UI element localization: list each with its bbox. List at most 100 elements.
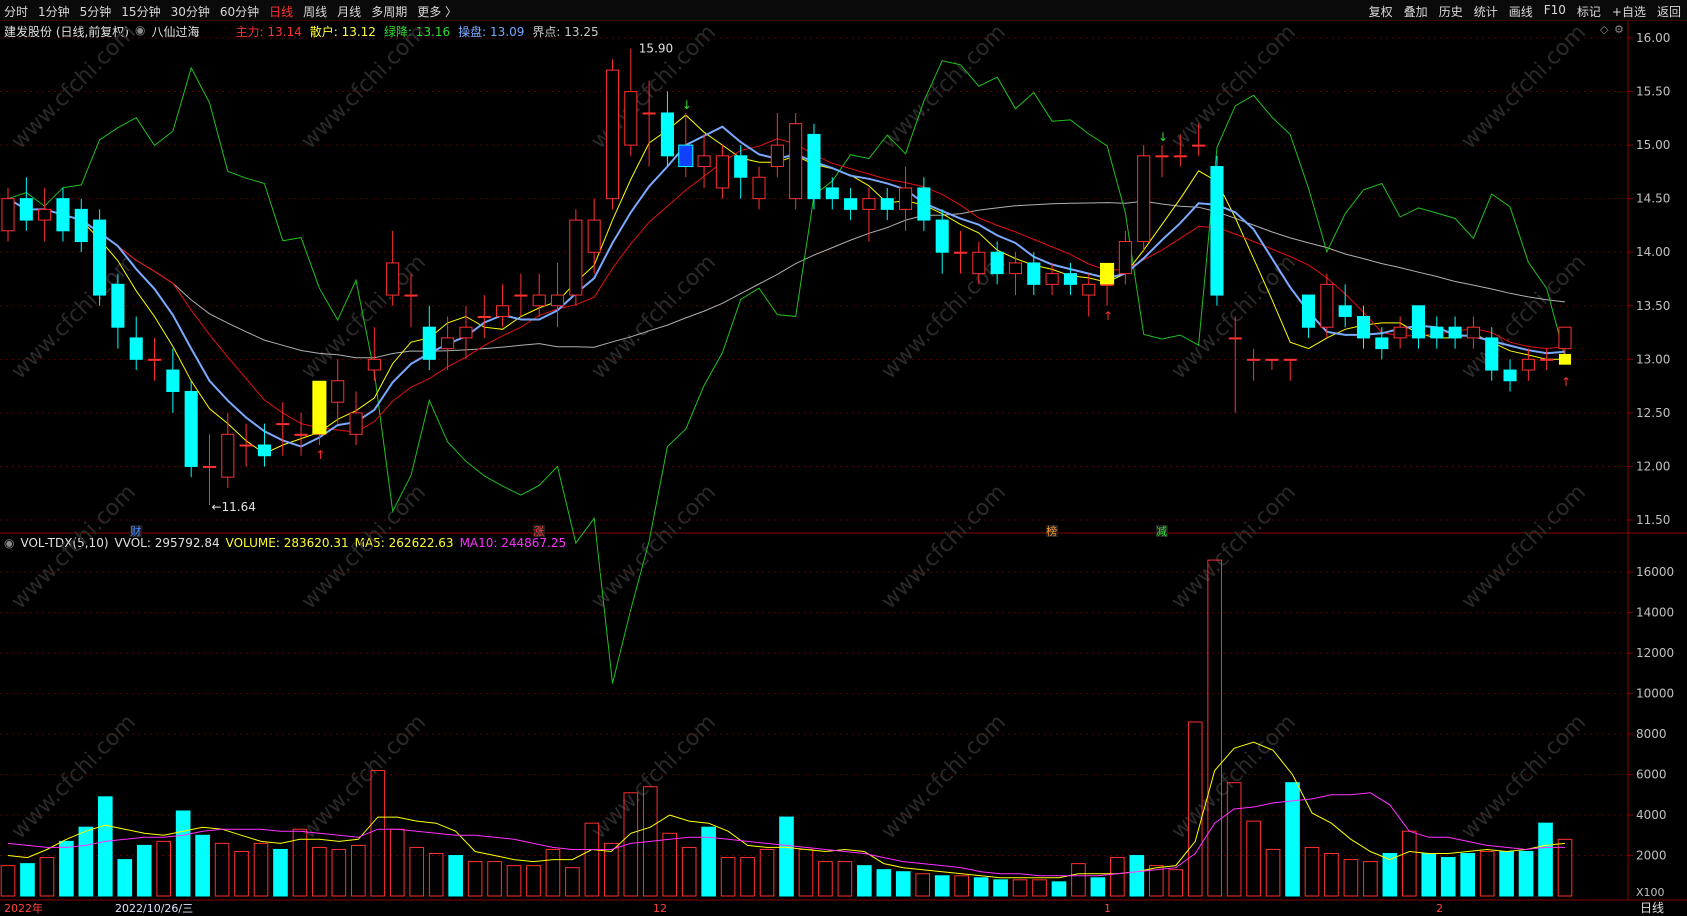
y-tick-label: 16.00 — [1636, 31, 1670, 45]
candle-body — [496, 305, 510, 317]
volume-bar — [428, 853, 444, 897]
volume-bar — [720, 857, 736, 897]
volume-bar — [526, 865, 541, 897]
y-tick-label: 14.50 — [1636, 192, 1670, 206]
candle-body — [1430, 326, 1444, 339]
volume-bar — [448, 855, 463, 897]
candle-body — [972, 251, 986, 275]
candle-body — [899, 187, 913, 210]
volume-bar — [0, 865, 16, 897]
candle-body — [752, 176, 766, 200]
candle-body — [1082, 283, 1096, 296]
volume-bar — [1129, 855, 1145, 897]
candle-body — [807, 133, 821, 200]
watermark: www.cfchi.com — [587, 480, 721, 614]
volume-bar — [253, 842, 269, 897]
candle-body — [129, 337, 143, 360]
candle-body — [953, 251, 968, 254]
candle-body — [1100, 283, 1114, 286]
watermark: www.cfchi.com — [877, 480, 1011, 614]
candle-body — [111, 283, 125, 328]
volume-bar — [467, 861, 483, 897]
volume-bar — [1285, 782, 1300, 897]
y-tick-label: 12.00 — [1636, 459, 1670, 473]
volume-bar — [117, 859, 133, 897]
candle-body — [257, 444, 271, 457]
diamond-icon: ◇ — [1600, 23, 1609, 36]
period-indicator: 日线 — [1640, 901, 1664, 915]
volume-bar — [1090, 877, 1106, 897]
candle-body — [147, 358, 162, 361]
chart-canvas[interactable]: 16.00 15.50 15.00 14.50 14.00 13.50 13.00 12.50… — [0, 0, 1687, 916]
candle-body — [1393, 326, 1407, 339]
y-tick-label: 11.50 — [1636, 513, 1670, 527]
volume-bar — [1168, 869, 1184, 897]
candle-body — [1540, 358, 1554, 361]
volume-bar — [681, 846, 697, 897]
candle-body — [38, 208, 52, 221]
volume-bar — [954, 875, 969, 897]
volume-bar — [156, 840, 172, 897]
vol-tick-label: 12000 — [1636, 646, 1674, 660]
y-tick-label: 13.00 — [1636, 352, 1670, 366]
volume-bar — [565, 867, 580, 897]
volume-bar — [78, 826, 94, 897]
volume-bar — [136, 844, 152, 897]
event-marker: 榜 — [1046, 524, 1057, 538]
candle-body — [1375, 337, 1389, 350]
candle-body — [1155, 155, 1169, 158]
candle-body — [1338, 305, 1352, 317]
watermark: www.cfchi.com — [1167, 480, 1301, 614]
volume-bar — [175, 810, 191, 897]
candle-body — [1173, 155, 1187, 158]
watermark: www.cfchi.com — [587, 710, 721, 844]
volume-bar — [662, 832, 678, 897]
vol-unit-label: X100 — [1636, 886, 1665, 899]
volume-bar — [1071, 863, 1086, 897]
candle-body — [422, 326, 436, 360]
candle-body — [1008, 262, 1023, 275]
volume-bar — [1343, 859, 1359, 897]
watermark: www.cfchi.com — [7, 480, 141, 614]
volume-bar — [1538, 822, 1553, 897]
volume-bar — [1324, 853, 1339, 897]
candle-body — [789, 123, 803, 200]
volume-bar — [1012, 879, 1028, 897]
vol-tick-label: 4000 — [1636, 808, 1667, 822]
watermark: www.cfchi.com — [297, 20, 431, 154]
watermark: www.cfchi.com — [1457, 480, 1591, 614]
signal-bar-blue — [678, 144, 694, 168]
volume-bar — [857, 865, 872, 897]
y-tick-label: 15.00 — [1636, 138, 1670, 152]
settings-icon: ⚙ — [1614, 23, 1624, 36]
x-axis-label: 2022/10/26/三 — [115, 902, 193, 915]
candle-body — [1521, 358, 1535, 371]
candle-body — [569, 219, 583, 296]
volume-bar — [234, 850, 249, 897]
volume-bar — [759, 848, 775, 897]
high-price-label: 15.90 — [639, 42, 673, 56]
candle-body — [770, 144, 784, 168]
candle-body — [386, 262, 400, 296]
candle-body — [276, 423, 290, 426]
y-tick-label: 12.50 — [1636, 406, 1670, 420]
volume-bar — [798, 848, 814, 897]
signal-arrow-down: ↓ — [1158, 130, 1168, 144]
candle-body — [1247, 358, 1261, 361]
volume-bar — [740, 857, 755, 897]
ma-white-line — [7, 198, 1566, 359]
candle-body — [844, 198, 858, 210]
candle-body — [1320, 283, 1334, 328]
y-tick-label: 13.50 — [1636, 299, 1670, 313]
candle-body — [624, 91, 638, 146]
candle-body — [294, 433, 308, 436]
volume-bar — [370, 770, 386, 897]
candle-body — [1228, 337, 1242, 340]
volume-bar — [1207, 559, 1222, 897]
watermark: www.cfchi.com — [7, 710, 141, 844]
candle-body — [1356, 315, 1371, 339]
candle-body — [1302, 294, 1316, 328]
event-marker: 涨 — [533, 525, 544, 538]
candle-body — [1192, 144, 1206, 147]
volume-bar — [545, 848, 561, 897]
